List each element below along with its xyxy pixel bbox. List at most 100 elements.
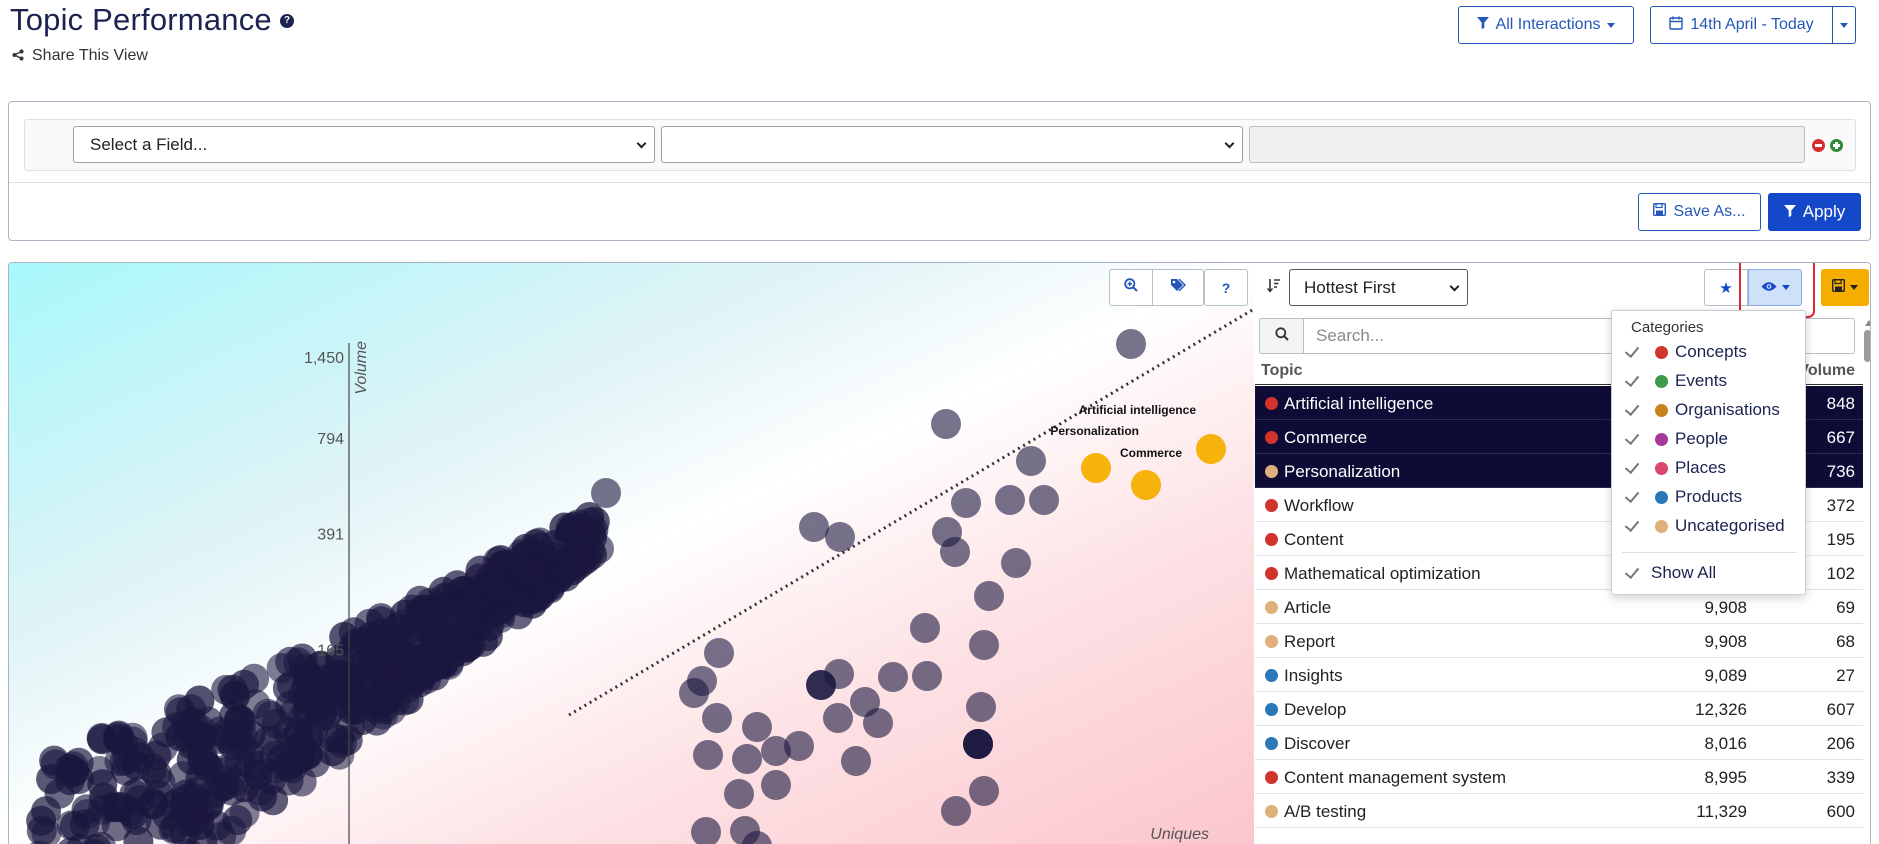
topic-volume: 667 — [1826, 428, 1855, 447]
share-view-link[interactable]: Share This View — [12, 47, 148, 65]
scatter-point — [941, 796, 971, 826]
date-range-button[interactable]: 14th April - Today — [1650, 6, 1833, 44]
caret-down-icon — [1840, 22, 1848, 28]
tags-button[interactable] — [1152, 269, 1204, 306]
all-interactions-button[interactable]: All Interactions — [1458, 6, 1634, 44]
category-icon — [1265, 805, 1278, 818]
scatter-point — [1001, 548, 1031, 578]
save-as-button[interactable]: Save As... — [1638, 193, 1761, 231]
topic-name: Content — [1284, 530, 1344, 549]
scatter-point — [109, 745, 140, 776]
scatter-point — [485, 598, 516, 629]
table-row[interactable]: A/B testing 11,329 600 — [1255, 794, 1863, 828]
point-label: Commerce — [1120, 446, 1182, 460]
favourites-button[interactable]: ★ — [1704, 269, 1748, 306]
scatter-point — [912, 661, 942, 691]
category-option[interactable]: Uncategorised — [1612, 512, 1805, 540]
category-option-label: Places — [1675, 458, 1727, 477]
highlighted-point — [1196, 434, 1226, 464]
scatter-plot[interactable]: 165 391 794 1,450 Volume Uniques Artificial in… — [9, 263, 1254, 844]
topic-volume: 600 — [1826, 802, 1855, 821]
search-button[interactable] — [1259, 318, 1304, 354]
scatter-point — [507, 577, 538, 607]
remove-filter-icon[interactable] — [1812, 139, 1825, 152]
table-row[interactable]: Article 9,908 69 — [1255, 590, 1863, 624]
scatter-point — [535, 573, 566, 604]
column-header-volume[interactable]: Volume — [1798, 362, 1855, 380]
topic-name: Content management system — [1284, 768, 1507, 787]
topic-volume: 195 — [1826, 530, 1855, 549]
scrollbar-thumb[interactable] — [1864, 330, 1870, 362]
scatter-point — [1016, 446, 1046, 476]
topic-volume: 339 — [1826, 768, 1855, 787]
category-option[interactable]: Products — [1612, 483, 1805, 511]
visibility-filter-button[interactable] — [1748, 269, 1802, 306]
table-row[interactable]: Develop 12,326 607 — [1255, 692, 1863, 726]
topic-volume: 69 — [1836, 598, 1855, 617]
apply-button[interactable]: Apply — [1768, 193, 1861, 231]
category-icon — [1655, 462, 1668, 475]
topic-volume: 102 — [1826, 564, 1855, 583]
checkmark-icon — [1624, 400, 1640, 417]
chart-help-button[interactable]: ? — [1204, 269, 1248, 306]
scatter-point — [931, 409, 961, 439]
operator-select[interactable] — [661, 126, 1243, 163]
topic-name: A/B testing — [1284, 802, 1367, 821]
category-icon — [1655, 404, 1668, 417]
category-option[interactable]: Places — [1612, 454, 1805, 482]
divider — [9, 182, 1870, 183]
table-row[interactable]: Content management system 8,995 339 — [1255, 760, 1863, 794]
checkmark-icon — [1624, 516, 1640, 533]
scroll-up-arrow-icon[interactable] — [1865, 320, 1870, 326]
category-option[interactable]: Organisations — [1612, 396, 1805, 424]
scatter-point — [691, 817, 721, 844]
scatter-point — [687, 666, 717, 696]
scatter-point — [59, 811, 90, 841]
scatter-point — [995, 485, 1025, 515]
topic-volume: 372 — [1826, 496, 1855, 515]
scatter-point — [513, 539, 544, 570]
help-icon[interactable]: ? — [280, 14, 294, 28]
category-option-label: People — [1675, 429, 1728, 448]
category-option[interactable]: Events — [1612, 367, 1805, 395]
zoom-button[interactable] — [1109, 269, 1153, 306]
topic-uniques: 9,908 — [1704, 632, 1747, 651]
topic-volume: 27 — [1836, 666, 1855, 685]
topic-name: Discover — [1284, 734, 1351, 753]
scatter-point — [87, 724, 117, 755]
scatter-point — [863, 708, 893, 738]
column-header-topic[interactable]: Topic — [1261, 362, 1302, 380]
scatter-point — [724, 779, 754, 809]
scatter-point — [359, 693, 390, 724]
sort-select[interactable]: Hottest First — [1289, 269, 1468, 306]
topic-uniques: 8,016 — [1704, 734, 1747, 753]
page-title: Topic Performance — [10, 2, 272, 37]
field-select-value: Select a Field... — [90, 134, 208, 154]
category-icon — [1265, 397, 1278, 410]
category-option[interactable]: Concepts — [1612, 338, 1805, 366]
category-icon — [1265, 737, 1278, 750]
category-icon — [1655, 520, 1668, 533]
filter-value-input[interactable] — [1249, 126, 1805, 163]
scatter-point — [415, 587, 446, 618]
table-row[interactable]: Discover 8,016 206 — [1255, 726, 1863, 760]
category-icon — [1265, 431, 1278, 444]
scatter-point — [252, 698, 283, 729]
scatter-point — [969, 630, 999, 660]
table-row[interactable]: Insights 9,089 27 — [1255, 658, 1863, 692]
topic-volume: 607 — [1826, 700, 1855, 719]
scrollbar[interactable] — [1863, 318, 1870, 844]
scatter-point — [144, 780, 175, 811]
add-filter-icon[interactable] — [1830, 139, 1843, 152]
field-select[interactable]: Select a Field... — [73, 126, 655, 163]
export-button[interactable] — [1821, 269, 1869, 306]
category-option-label: Products — [1675, 487, 1743, 506]
scatter-point — [806, 670, 836, 700]
scatter-point — [799, 512, 829, 542]
category-option[interactable]: People — [1612, 425, 1805, 453]
scatter-plot-area[interactable]: 165 391 794 1,450 Volume Uniques Artificial in… — [9, 263, 1254, 844]
category-icon — [1655, 346, 1668, 359]
date-range-caret-button[interactable] — [1832, 6, 1856, 44]
show-all-option[interactable]: Show All — [1612, 559, 1805, 587]
table-row[interactable]: Report 9,908 68 — [1255, 624, 1863, 658]
